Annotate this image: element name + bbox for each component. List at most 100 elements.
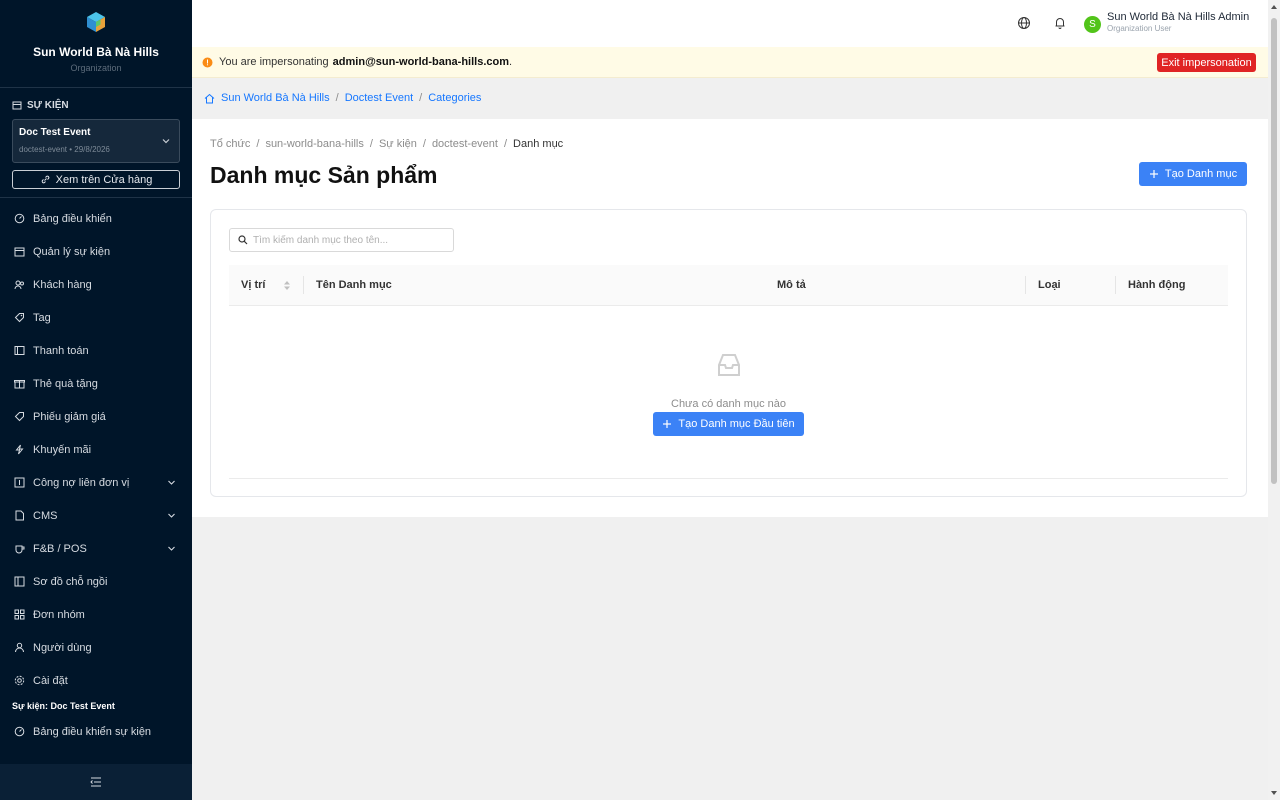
breadcrumb-separator: /: [422, 138, 426, 150]
user-role: Organization User: [1107, 24, 1172, 33]
sidebar-item-fnb-pos[interactable]: F&B / POS: [0, 532, 192, 565]
sidebar-collapse-button[interactable]: [0, 764, 192, 800]
create-category-label: Tạo Danh mục: [1164, 168, 1238, 180]
event-selector-name: Doc Test Event: [19, 127, 91, 138]
user-menu[interactable]: S Sun World Bà Nà Hills Admin Organizati…: [1084, 11, 1249, 33]
exit-impersonation-button[interactable]: Exit impersonation: [1157, 53, 1256, 72]
page-breadcrumb: Tổ chức / sun-world-bana-hills / Sự kiện…: [210, 138, 563, 150]
create-category-button[interactable]: Tạo Danh mục: [1139, 162, 1247, 186]
empty-inbox-icon: [718, 354, 740, 376]
sidebar-item-label: Cài đặt: [33, 674, 68, 687]
column-actions: Hành động: [1128, 279, 1186, 291]
plus-icon: [663, 420, 672, 428]
sidebar-item-coupons[interactable]: Phiếu giảm giá: [0, 400, 192, 433]
sidebar: Sun World Bà Nà Hills Organization SỰ KI…: [0, 0, 192, 800]
event-section-title: SỰ KIỆN: [27, 99, 69, 111]
debt-icon: [14, 477, 25, 488]
column-name: Tên Danh mục: [316, 279, 392, 291]
sidebar-item-label: Khuyến mãi: [33, 443, 92, 456]
language-globe-icon[interactable]: [1017, 16, 1031, 30]
event-selector-meta: doctest-event • 29/8/2026: [19, 145, 110, 154]
sidebar-item-group-orders[interactable]: Đơn nhóm: [0, 598, 192, 631]
column-divider: [1025, 276, 1026, 294]
scroll-up-arrow-icon[interactable]: [1270, 4, 1278, 10]
sidebar-item-label: F&B / POS: [33, 542, 87, 555]
sidebar-item-customers[interactable]: Khách hàng: [0, 268, 192, 301]
sidebar-item-label: Sơ đồ chỗ ngồi: [33, 575, 108, 588]
column-divider: [303, 276, 304, 294]
cms-icon: [15, 510, 24, 521]
breadcrumb-org[interactable]: Sun World Bà Nà Hills: [221, 92, 330, 104]
sidebar-item-events[interactable]: Quản lý sự kiện: [0, 235, 192, 268]
breadcrumb-separator: /: [335, 92, 339, 104]
sidebar-item-cms[interactable]: CMS: [0, 499, 192, 532]
chevron-down-icon: [168, 546, 175, 551]
group-order-icon: [14, 609, 25, 620]
sidebar-item-gift-cards[interactable]: Thẻ quà tặng: [0, 367, 192, 400]
event-section-header: SỰ KIỆN: [12, 98, 180, 112]
org-logo-icon: [87, 12, 105, 32]
sidebar-item-settings[interactable]: Cài đặt: [0, 664, 192, 697]
seating-icon: [14, 576, 25, 587]
breadcrumb-separator: /: [419, 92, 423, 104]
sidebar-item-label: Bảng điều khiển: [33, 212, 112, 225]
page-breadcrumb-events[interactable]: Sự kiện: [379, 138, 417, 150]
settings-icon: [14, 675, 25, 686]
main-content: Tổ chức / sun-world-bana-hills / Sự kiện…: [192, 119, 1268, 517]
scrollbar-thumb[interactable]: [1271, 18, 1277, 484]
breadcrumb-separator: /: [369, 138, 373, 150]
breadcrumb-separator: /: [503, 138, 508, 150]
warning-icon: [202, 57, 213, 67]
breadcrumb-separator: /: [256, 138, 260, 150]
avatar: S: [1084, 16, 1101, 33]
create-first-category-button[interactable]: Tạo Danh mục Đầu tiên: [653, 412, 804, 436]
sidebar-item-label: Thanh toán: [33, 344, 89, 357]
column-description: Mô tả: [777, 279, 806, 291]
page-scrollbar[interactable]: [1268, 0, 1280, 800]
sidebar-item-tag[interactable]: Tag: [0, 301, 192, 334]
sidebar-item-payment[interactable]: Thanh toán: [0, 334, 192, 367]
page-breadcrumb-event-slug[interactable]: doctest-event: [432, 138, 498, 150]
column-position[interactable]: Vị trí: [241, 279, 265, 291]
breadcrumb-categories[interactable]: Categories: [428, 92, 481, 104]
fnb-icon: [15, 545, 25, 554]
menu-fold-icon: [90, 777, 101, 787]
home-icon: [204, 93, 215, 103]
chevron-down-icon: [168, 480, 175, 485]
sidebar-item-label: CMS: [33, 509, 58, 522]
sidebar-item-event-dashboard[interactable]: Bảng điều khiển sự kiện: [0, 715, 192, 748]
sidebar-item-promotions[interactable]: Khuyến mãi: [0, 433, 192, 466]
sidebar-item-label: Tag: [33, 311, 51, 324]
gift-icon: [14, 380, 25, 389]
sidebar-item-users[interactable]: Người dùng: [0, 631, 192, 664]
sidebar-item-label: Khách hàng: [33, 278, 92, 291]
search-input[interactable]: [253, 234, 443, 246]
customers-icon: [14, 280, 24, 290]
impersonation-prefix: You are impersonating: [219, 56, 329, 68]
view-store-label: Xem trên Cửa hàng: [55, 173, 153, 186]
categories-panel: Vị trí Tên Danh mục Mô tả Loại Hành động…: [210, 209, 1247, 497]
search-box[interactable]: [229, 228, 454, 252]
chevron-down-icon: [162, 139, 170, 144]
search-icon: [238, 235, 248, 245]
promotion-icon: [15, 444, 24, 455]
page-breadcrumb-org[interactable]: Tổ chức: [210, 138, 250, 150]
impersonation-banner: You are impersonating admin@sun-world-ban…: [192, 47, 1268, 78]
top-header: S Sun World Bà Nà Hills Admin Organizati…: [192, 0, 1268, 47]
breadcrumb-event[interactable]: Doctest Event: [345, 92, 413, 104]
view-store-button[interactable]: Xem trên Cửa hàng: [12, 170, 180, 189]
column-divider: [1115, 276, 1116, 294]
sort-icon[interactable]: [283, 280, 291, 291]
dashboard-icon: [14, 213, 25, 224]
notification-bell-icon[interactable]: [1054, 16, 1066, 30]
sidebar-item-label: Đơn nhóm: [33, 608, 85, 621]
event-selector[interactable]: Doc Test Event doctest-event • 29/8/2026: [12, 119, 180, 163]
page-breadcrumb-org-slug[interactable]: sun-world-bana-hills: [265, 138, 363, 150]
sidebar-item-seating[interactable]: Sơ đồ chỗ ngồi: [0, 565, 192, 598]
sidebar-item-label: Phiếu giảm giá: [33, 410, 106, 423]
scroll-down-arrow-icon[interactable]: [1270, 790, 1278, 796]
calendar-icon: [14, 247, 25, 257]
sidebar-item-debt[interactable]: Công nợ liên đơn vị: [0, 466, 192, 499]
sidebar-item-dashboard[interactable]: Bảng điều khiển: [0, 202, 192, 235]
payment-icon: [14, 346, 25, 355]
